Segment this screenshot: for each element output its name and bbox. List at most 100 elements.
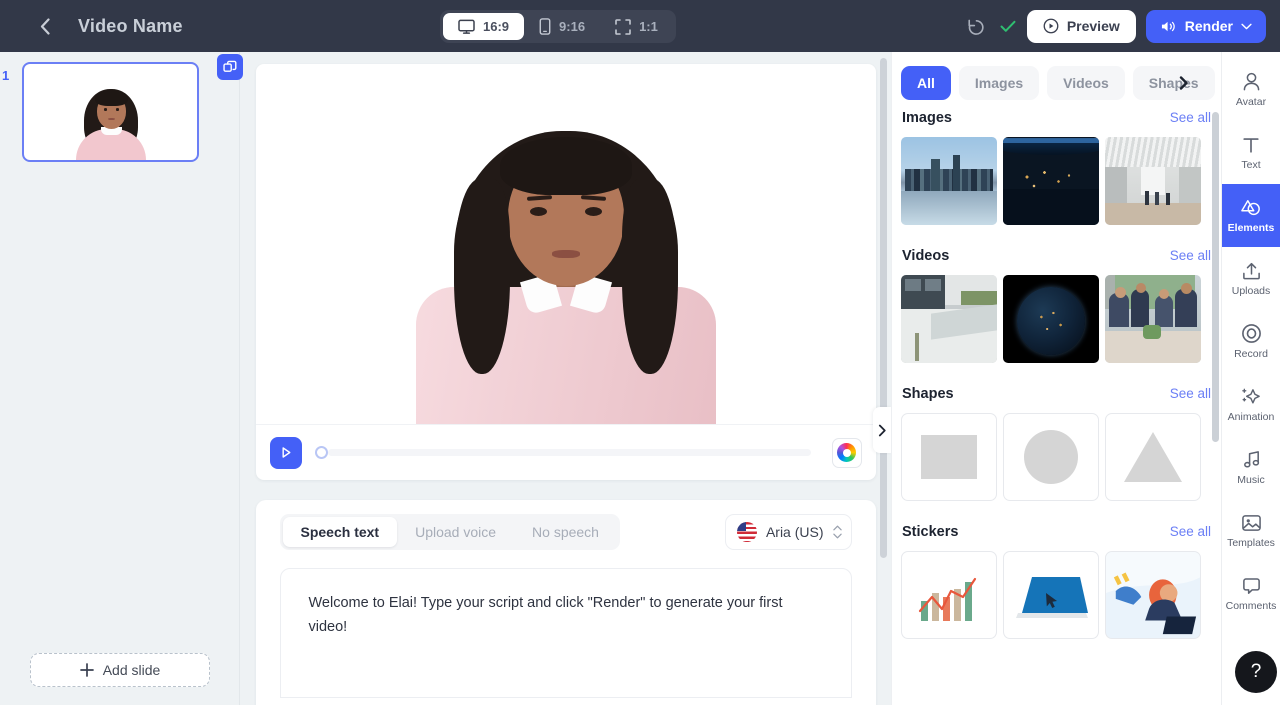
ratio-option-9-16[interactable]: 9:16 [524, 13, 600, 40]
see-all-images-link[interactable]: See all [1170, 110, 1211, 125]
person-laptop-icon [1106, 552, 1200, 635]
tab-upload-voice[interactable]: Upload voice [397, 517, 514, 547]
user-icon [1243, 72, 1259, 91]
tool-uploads[interactable]: Uploads [1222, 247, 1280, 310]
video-canvas[interactable] [256, 64, 876, 424]
tool-elements[interactable]: Elements [1221, 184, 1280, 247]
chevron-right-icon [878, 424, 886, 436]
see-all-stickers-link[interactable]: See all [1170, 524, 1211, 539]
undo-icon [968, 19, 984, 35]
circle-shape-icon [1024, 430, 1078, 484]
undo-button[interactable] [963, 13, 989, 39]
asset-square-shape[interactable] [901, 413, 997, 501]
tool-comments[interactable]: Comments [1222, 562, 1280, 625]
slide-thumbnail[interactable] [22, 62, 199, 162]
tool-label: Elements [1227, 221, 1275, 234]
chevron-right-icon [1179, 76, 1188, 90]
asset-earth-globe-night[interactable] [1003, 275, 1099, 363]
slides-panel: 1 Add slide [0, 52, 243, 705]
see-all-shapes-link[interactable]: See all [1170, 386, 1211, 401]
section-header: Stickers See all [901, 524, 1212, 540]
tool-label: Text [1241, 158, 1261, 171]
tool-label: Record [1234, 348, 1268, 360]
asset-row [901, 137, 1212, 225]
header-actions: Preview Render [963, 0, 1266, 52]
section-stickers: Stickers See all [892, 524, 1221, 639]
section-header: Shapes See all [901, 386, 1212, 402]
timeline-handle[interactable] [314, 446, 328, 459]
asset-triangle-shape[interactable] [1105, 413, 1201, 501]
duplicate-slide-button[interactable] [217, 54, 243, 80]
ratio-option-1-1[interactable]: 1:1 [600, 13, 673, 40]
play-button[interactable] [269, 436, 302, 469]
assets-scroll-area: Images See all Videos See all Shapes See… [892, 110, 1221, 705]
preview-button[interactable]: Preview [1026, 9, 1136, 43]
section-shapes: Shapes See all [892, 386, 1221, 501]
script-textarea[interactable]: Welcome to Elai! Type your script and cl… [279, 568, 852, 698]
help-button[interactable]: ? [1235, 651, 1277, 693]
tab-no-speech[interactable]: No speech [514, 517, 617, 547]
asset-business-team-meeting[interactable] [1105, 275, 1201, 363]
editor-scrollbar-thumb[interactable] [880, 58, 887, 558]
asset-city-street-winter[interactable] [901, 275, 997, 363]
asset-laptop-cursor-sticker[interactable] [1003, 551, 1099, 639]
script-card: Speech text Upload voice No speech Aria … [255, 500, 876, 705]
timeline-track [327, 449, 811, 456]
page-title: Video Name [78, 15, 183, 36]
voice-name: Aria (US) [765, 524, 824, 540]
timeline-slider[interactable] [314, 443, 819, 463]
collapse-panel-button[interactable] [873, 407, 891, 453]
tool-text[interactable]: Text [1222, 121, 1280, 184]
back-button[interactable] [30, 11, 60, 41]
asset-bar-chart-sticker[interactable] [901, 551, 997, 639]
timeline-bar [255, 424, 876, 480]
speaker-icon [1160, 19, 1177, 34]
stepper-updown-icon [832, 525, 842, 539]
voice-selector[interactable]: Aria (US) [724, 514, 852, 550]
tab-label: Videos [1063, 75, 1109, 91]
add-slide-button[interactable]: Add slide [30, 653, 210, 687]
plus-icon [79, 663, 94, 677]
speech-mode-tabs: Speech text Upload voice No speech [279, 514, 620, 550]
tool-music[interactable]: Music [1222, 436, 1280, 499]
see-all-videos-link[interactable]: See all [1170, 248, 1211, 263]
aspect-ratio-group: 16:9 9:16 1:1 [440, 10, 676, 43]
scroll-tabs-right-button[interactable] [1175, 74, 1193, 92]
saved-status-icon [999, 17, 1017, 35]
square-shape-icon [921, 435, 977, 479]
tab-speech-text[interactable]: Speech text [282, 517, 398, 547]
assets-tab-videos[interactable]: Videos [1047, 66, 1125, 100]
tool-templates[interactable]: Templates [1222, 499, 1280, 562]
asset-earth-from-space-night[interactable] [1003, 137, 1099, 225]
assets-tab-shapes[interactable]: Shapes [1132, 66, 1215, 100]
music-note-icon [1243, 451, 1259, 468]
render-button[interactable]: Render [1145, 9, 1266, 43]
assets-tab-images[interactable]: Images [958, 66, 1040, 100]
color-wheel-icon [837, 443, 856, 462]
tab-label: Speech text [300, 524, 380, 540]
editor-scrollbar[interactable] [880, 58, 887, 558]
tool-animation[interactable]: Animation [1222, 373, 1280, 436]
slide-number: 1 [2, 68, 10, 83]
asset-city-skyline-dusk[interactable] [901, 137, 997, 225]
ratio-option-16-9[interactable]: 16:9 [443, 13, 525, 40]
assets-tab-all[interactable]: All [901, 66, 951, 100]
chevron-left-icon [40, 17, 50, 35]
asset-row [901, 413, 1212, 501]
app-header: Video Name 16:9 9:16 1:1 Preview Render [0, 0, 1280, 52]
tool-avatar[interactable]: Avatar [1222, 58, 1280, 121]
asset-person-laptop-sticker[interactable] [1105, 551, 1201, 639]
assets-scrollbar-thumb[interactable] [1212, 112, 1219, 442]
asset-circle-shape[interactable] [1003, 413, 1099, 501]
assets-scrollbar[interactable] [1212, 112, 1219, 692]
tab-label: No speech [532, 524, 599, 540]
canvas-card [255, 64, 876, 480]
render-label: Render [1184, 18, 1233, 34]
help-label: ? [1250, 661, 1262, 682]
app-body: 1 Add slide Speech text Upload voice No … [0, 52, 1280, 705]
add-slide-label: Add slide [102, 662, 161, 678]
background-color-button[interactable] [831, 437, 862, 468]
slide-item[interactable]: 1 [2, 54, 243, 162]
tool-record[interactable]: Record [1222, 310, 1280, 373]
asset-museum-gallery-interior[interactable] [1105, 137, 1201, 225]
